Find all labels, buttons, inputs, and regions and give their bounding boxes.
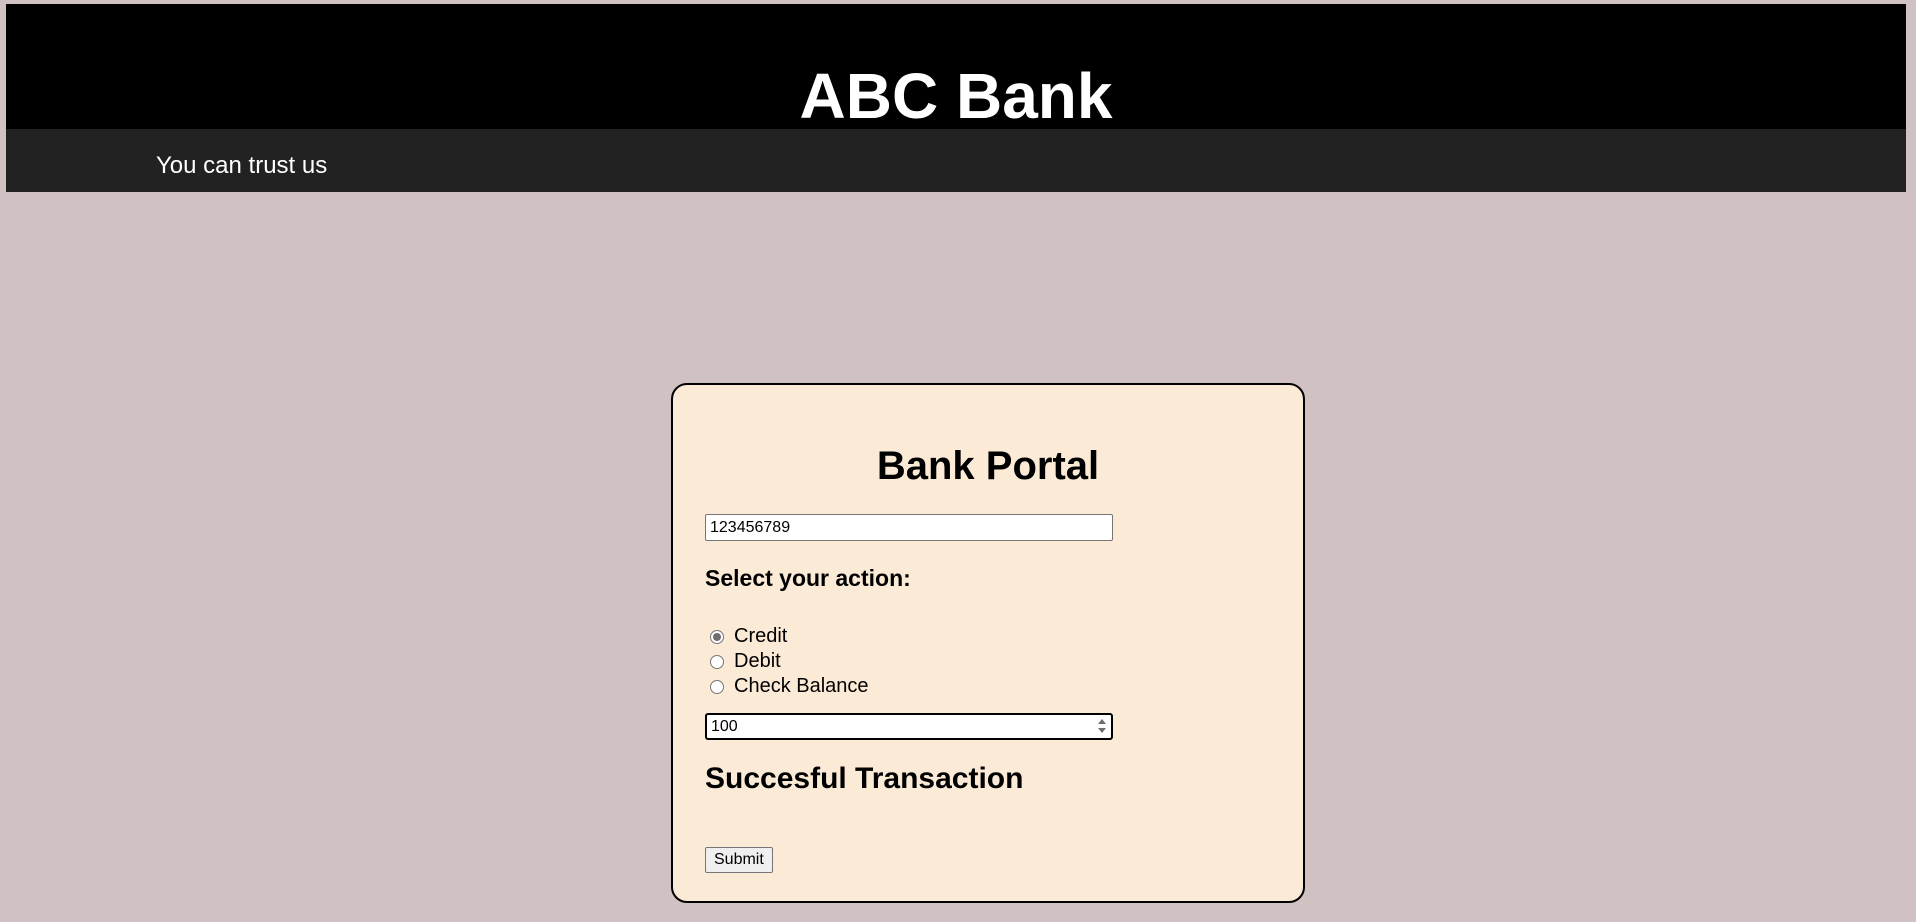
radio-option-debit[interactable]: Debit xyxy=(710,649,781,674)
spinner-down-icon[interactable] xyxy=(1098,728,1106,733)
amount-input[interactable]: 100 xyxy=(711,717,1071,737)
radio-option-check-balance[interactable]: Check Balance xyxy=(710,674,869,699)
amount-field[interactable]: 100 xyxy=(705,713,1113,740)
amount-spinner[interactable] xyxy=(1097,717,1107,737)
action-label: Select your action: xyxy=(705,565,911,591)
site-title: ABC Bank xyxy=(799,60,1113,132)
radio-debit-label: Debit xyxy=(734,650,781,672)
radio-credit-label: Credit xyxy=(734,625,788,647)
site-subheader: You can trust us xyxy=(6,129,1906,192)
spinner-up-icon[interactable] xyxy=(1098,719,1106,724)
radio-credit[interactable] xyxy=(710,629,724,644)
site-header: ABC Bank xyxy=(6,4,1906,132)
radio-debit[interactable] xyxy=(710,654,724,669)
radio-option-credit[interactable]: Credit xyxy=(710,624,787,649)
radio-check-balance[interactable] xyxy=(710,679,724,694)
bank-portal-card: Bank Portal Select your action: Credit D… xyxy=(671,383,1305,903)
account-number-input[interactable] xyxy=(705,514,1113,541)
submit-button[interactable]: Submit xyxy=(705,847,773,873)
transaction-status: Succesful Transaction xyxy=(705,762,1024,795)
radio-check-balance-label: Check Balance xyxy=(734,675,869,697)
portal-title: Bank Portal xyxy=(876,444,1100,488)
site-tagline: You can trust us xyxy=(156,152,328,179)
